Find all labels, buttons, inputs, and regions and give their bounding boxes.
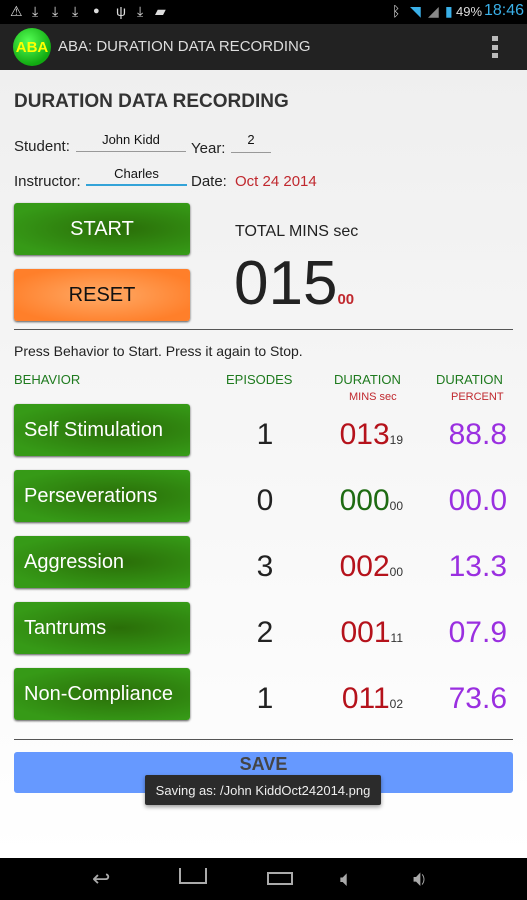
duration-percent: 07.9 xyxy=(448,616,507,649)
duration-mins: 011 xyxy=(341,682,390,715)
signal-icon: ◢ xyxy=(428,3,439,19)
start-button[interactable]: START xyxy=(14,203,190,255)
year-label: Year: xyxy=(191,140,226,157)
battery-icon: ▮ xyxy=(445,3,453,19)
duration-percent: 73.6 xyxy=(448,682,507,715)
logo-text: ABA xyxy=(15,38,49,56)
save-label: SAVE xyxy=(239,754,288,774)
toast-message: Saving as: /John KiddOct242014.png xyxy=(145,775,381,805)
duration-percent: 88.8 xyxy=(448,418,507,451)
duration-value: 01102 xyxy=(263,682,403,716)
download-icon: ⤓ xyxy=(52,3,59,19)
total-secs: 00 xyxy=(337,291,355,308)
page-title: DURATION DATA RECORDING xyxy=(14,91,289,112)
total-time: 01500 xyxy=(234,248,354,319)
bluetooth-icon: ᛒ xyxy=(392,3,401,19)
usb-icon: ψ xyxy=(116,3,126,19)
reset-label: RESET xyxy=(68,283,136,306)
duration-percent: 13.3 xyxy=(448,550,507,583)
student-field[interactable]: John Kidd xyxy=(76,132,186,152)
student-label: Student: xyxy=(14,138,70,155)
duration-value: 00111 xyxy=(263,616,403,650)
divider xyxy=(14,739,513,740)
behavior-button[interactable]: Aggression xyxy=(14,536,190,588)
duration-value: 00200 xyxy=(263,550,403,584)
status-bar: ⚠ ⤓ ⤓ ⤓ ● ψ ⤓ ▰ ᛒ ◥ ◢ ▮ 49% 18:46 xyxy=(0,0,527,24)
header-duration: DURATION xyxy=(334,372,401,387)
behavior-label: Perseverations xyxy=(24,484,158,507)
wifi-icon: ◥ xyxy=(410,3,421,19)
behavior-label: Aggression xyxy=(24,550,125,573)
download-icon: ⤓ xyxy=(32,3,39,19)
back-icon[interactable]: ↩ xyxy=(92,866,110,892)
home-icon[interactable] xyxy=(179,868,207,884)
duration-mins: 002 xyxy=(339,550,390,583)
header-duration-sub: MINS sec xyxy=(349,391,397,403)
navigation-bar: ↩ 🔈︎ 🔉︎ xyxy=(0,858,527,900)
warning-icon: ⚠ xyxy=(10,3,23,19)
instruction-text: Press Behavior to Start. Press it again … xyxy=(14,343,303,359)
instructor-field[interactable]: Charles xyxy=(86,166,187,186)
battery-level: 49% xyxy=(456,4,483,19)
app-logo: ABA xyxy=(13,28,51,66)
divider xyxy=(14,329,513,330)
header-percent: DURATION xyxy=(436,372,503,387)
header-episodes: EPISODES xyxy=(226,372,293,387)
header-percent-sub: PERCENT xyxy=(451,391,504,403)
start-label: START xyxy=(70,217,134,240)
duration-percent: 00.0 xyxy=(448,484,507,517)
date-label: Date: xyxy=(191,173,227,190)
overflow-menu-icon[interactable] xyxy=(492,36,500,58)
date-value[interactable]: Oct 24 2014 xyxy=(235,173,317,190)
year-field[interactable]: 2 xyxy=(231,132,271,153)
behavior-button[interactable]: Perseverations xyxy=(14,470,190,522)
behavior-label: Non-Compliance xyxy=(24,682,173,705)
behavior-label: Self Stimulation xyxy=(24,418,163,441)
duration-mins: 013 xyxy=(339,418,390,451)
recent-apps-icon[interactable] xyxy=(267,872,293,885)
volume-up-icon[interactable]: 🔉︎ xyxy=(413,866,427,892)
volume-down-icon[interactable]: 🔈︎ xyxy=(340,866,353,892)
reset-button[interactable]: RESET xyxy=(14,269,190,321)
app-title: ABA: DURATION DATA RECORDING xyxy=(58,38,311,55)
behavior-button[interactable]: Tantrums xyxy=(14,602,190,654)
total-label: TOTAL MINS sec xyxy=(235,223,359,240)
total-mins: 015 xyxy=(234,249,338,318)
instructor-label: Instructor: xyxy=(14,173,81,190)
duration-value: 01319 xyxy=(263,418,403,452)
behavior-button[interactable]: Self Stimulation xyxy=(14,404,190,456)
duration-mins: 001 xyxy=(340,616,391,649)
behavior-label: Tantrums xyxy=(24,616,107,639)
download-icon: ⤓ xyxy=(137,3,144,19)
behavior-button[interactable]: Non-Compliance xyxy=(14,668,190,720)
duration-mins: 000 xyxy=(339,484,390,517)
clock: 18:46 xyxy=(484,2,525,19)
duration-value: 00000 xyxy=(263,484,403,518)
android-icon: ▰ xyxy=(155,3,166,19)
download-icon: ⤓ xyxy=(72,3,79,19)
header-behavior: BEHAVIOR xyxy=(14,372,81,387)
adblock-icon: ● xyxy=(93,5,100,17)
